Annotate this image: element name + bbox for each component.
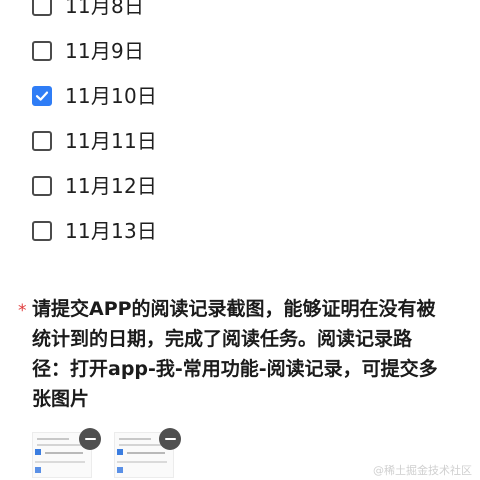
option-label: 11月9日 [65, 38, 145, 63]
checkbox-11-12[interactable] [32, 175, 52, 196]
checkbox-11-9[interactable] [32, 40, 52, 61]
option-label: 11月11日 [65, 128, 158, 153]
checkbox-11-13[interactable] [32, 220, 52, 241]
upload-question: * 请提交APP的阅读记录截图，能够证明在没有被统计到的日期，完成了阅读任务。阅… [18, 294, 448, 414]
option-label: 11月13日 [65, 218, 158, 243]
date-checkbox-list: 11月8日 11月9日 11月10日 11月11日 11月12日 11月13日 [32, 0, 452, 253]
check-icon [35, 91, 49, 101]
option-11-10[interactable]: 11月10日 [32, 73, 452, 118]
option-11-8[interactable]: 11月8日 [32, 0, 452, 28]
option-label: 11月12日 [65, 173, 158, 198]
checkbox-11-10[interactable] [32, 85, 52, 106]
option-11-9[interactable]: 11月9日 [32, 28, 452, 73]
watermark: @稀土掘金技术社区 [373, 464, 472, 477]
minus-icon [164, 438, 176, 440]
required-asterisk: * [18, 301, 27, 321]
checkbox-11-8[interactable] [32, 0, 52, 16]
checkbox-11-11[interactable] [32, 130, 52, 151]
option-label: 11月10日 [65, 83, 158, 108]
uploaded-images [32, 432, 174, 478]
option-11-11[interactable]: 11月11日 [32, 118, 452, 163]
minus-icon [84, 438, 96, 440]
remove-image-button[interactable] [159, 428, 181, 450]
option-11-13[interactable]: 11月13日 [32, 208, 452, 253]
survey-page: 11月8日 11月9日 11月10日 11月11日 11月12日 11月13日 … [0, 0, 480, 480]
option-label: 11月8日 [65, 0, 145, 18]
option-11-12[interactable]: 11月12日 [32, 163, 452, 208]
remove-image-button[interactable] [79, 428, 101, 450]
question-title: 请提交APP的阅读记录截图，能够证明在没有被统计到的日期，完成了阅读任务。阅读记… [32, 298, 438, 410]
